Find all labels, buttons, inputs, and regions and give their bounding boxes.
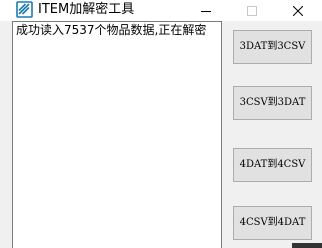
close-icon bbox=[293, 5, 303, 16]
log-textarea[interactable]: 成功读入7537个物品数据,正在解密 bbox=[12, 21, 222, 248]
maximize-icon bbox=[247, 5, 257, 16]
window-title: ITEM加解密工具 bbox=[38, 2, 135, 17]
maximize-button[interactable] bbox=[229, 0, 275, 21]
app-window: ITEM加解密工具 成功读入7537个物品数据,正在解密 3DAT到3CSV 3… bbox=[0, 0, 322, 248]
4dat-to-4csv-button[interactable]: 4DAT到4CSV bbox=[233, 148, 312, 182]
title-bar[interactable]: ITEM加解密工具 bbox=[0, 0, 322, 21]
minimize-icon bbox=[201, 10, 211, 12]
app-icon bbox=[16, 1, 33, 18]
3dat-to-3csv-button[interactable]: 3DAT到3CSV bbox=[233, 30, 312, 64]
taskbar-edge bbox=[292, 243, 322, 248]
close-button[interactable] bbox=[275, 0, 321, 21]
minimize-button[interactable] bbox=[183, 0, 229, 21]
3csv-to-3dat-button[interactable]: 3CSV到3DAT bbox=[233, 86, 312, 120]
log-text: 成功读入7537个物品数据,正在解密 bbox=[16, 23, 207, 37]
4csv-to-4dat-button[interactable]: 4CSV到4DAT bbox=[233, 206, 312, 240]
